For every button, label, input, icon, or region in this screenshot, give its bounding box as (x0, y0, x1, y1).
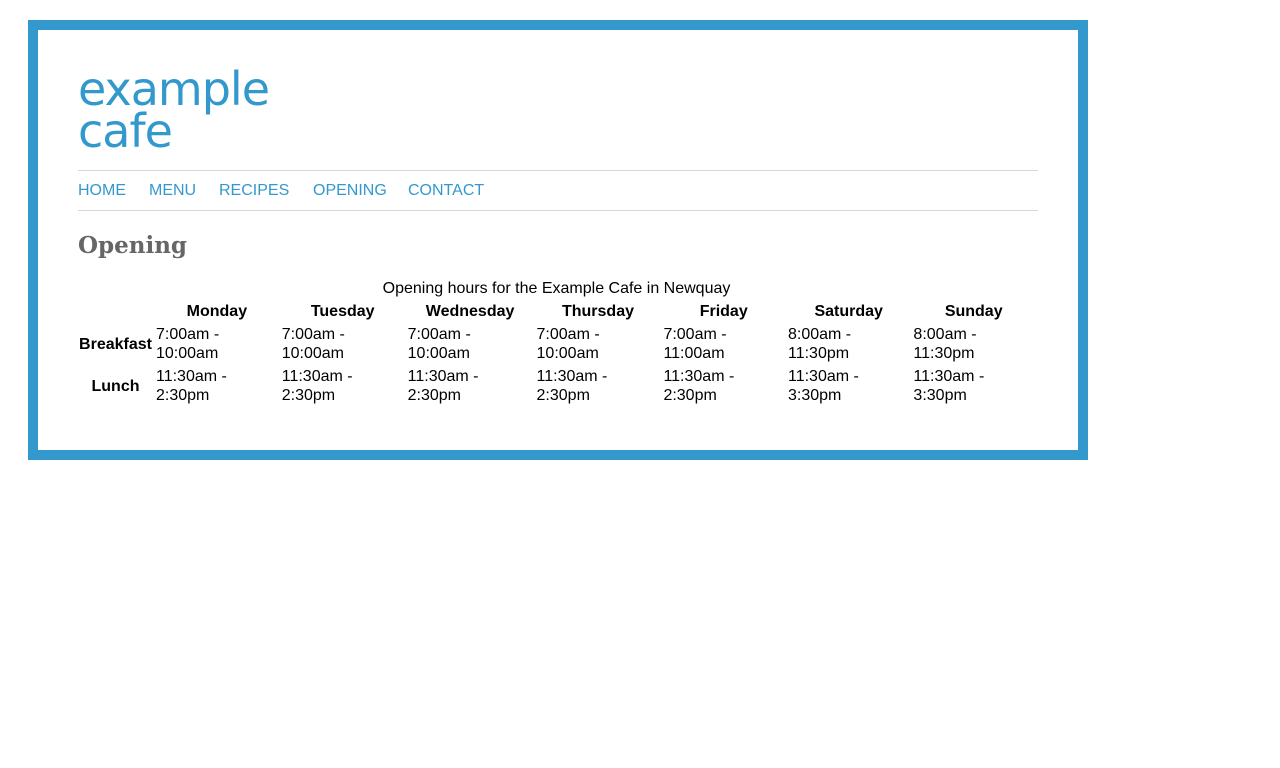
nav-menu[interactable]: MENU (149, 182, 196, 200)
day-header: Tuesday (310, 303, 375, 320)
table-row: Lunch 11:30am - 2:30pm 11:30am - 2:30pm … (78, 366, 1035, 406)
hours-cell: 7:00am - 11:00am (663, 326, 727, 362)
hours-cell: 8:00am - 11:30pm (913, 326, 977, 362)
hours-cell: 11:30am - 2:30pm (407, 368, 479, 404)
nav-contact[interactable]: CONTACT (408, 182, 484, 200)
day-header: Sunday (944, 303, 1003, 320)
table-header-row: Monday Tuesday Wednesday Thursday Friday… (78, 301, 1035, 322)
hours-cell: 8:00am - 11:30pm (787, 326, 852, 362)
meal-header: Breakfast (79, 335, 152, 353)
hours-cell: 7:00am - 10:00am (536, 326, 600, 362)
main-nav: HOME MENU RECIPES OPENING CONTACT (78, 170, 1038, 211)
hours-cell: 11:30am - 3:30pm (787, 368, 859, 404)
nav-home[interactable]: HOME (78, 182, 126, 200)
day-header: Friday (699, 303, 748, 320)
corner-cell (78, 301, 153, 322)
table-caption: Opening hours for the Example Cafe in Ne… (382, 280, 731, 297)
hours-cell: 7:00am - 10:00am (156, 326, 220, 362)
nav-recipes[interactable]: RECIPES (219, 182, 289, 200)
hours-cell: 11:30am - 2:30pm (281, 368, 353, 404)
meal-header: Lunch (91, 377, 140, 395)
day-header: Wednesday (425, 303, 515, 320)
opening-hours-table: Opening hours for the Example Cafe in Ne… (76, 280, 1037, 408)
site-logo[interactable]: example cafe (78, 66, 270, 158)
logo-line-2: cafe (78, 104, 173, 158)
day-header: Thursday (561, 303, 634, 320)
hours-cell: 7:00am - 10:00am (407, 326, 471, 362)
page-title: Opening (78, 232, 188, 259)
hours-cell: 7:00am - 10:00am (281, 326, 345, 362)
nav-opening[interactable]: OPENING (313, 182, 387, 200)
hours-cell: 11:30am - 2:30pm (663, 368, 735, 404)
hours-cell: 11:30am - 3:30pm (913, 368, 985, 404)
day-header: Monday (186, 303, 248, 320)
day-header: Saturday (814, 303, 883, 320)
table-row: Breakfast 7:00am - 10:00am 7:00am - 10:0… (78, 324, 1035, 364)
hours-cell: 11:30am - 2:30pm (156, 368, 227, 404)
page-frame: example cafe HOME MENU RECIPES OPENING C… (28, 20, 1088, 460)
hours-cell: 11:30am - 2:30pm (536, 368, 608, 404)
